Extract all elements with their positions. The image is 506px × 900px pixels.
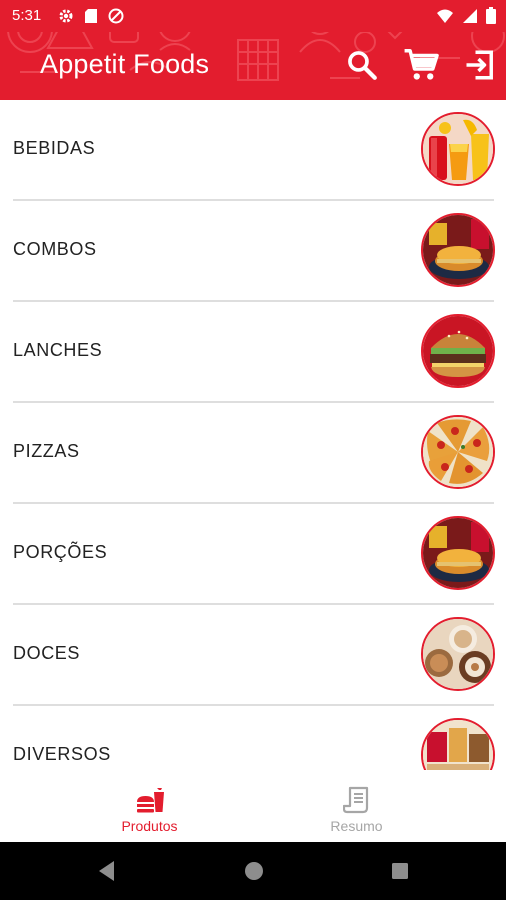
recents-button[interactable] xyxy=(387,858,413,884)
category-row-diversos[interactable]: DIVERSOS xyxy=(0,706,506,770)
combo-photo xyxy=(421,516,495,590)
category-label: DIVERSOS xyxy=(13,744,111,764)
category-label: COMBOS xyxy=(13,239,97,259)
home-circle-icon xyxy=(245,862,263,880)
home-button[interactable] xyxy=(241,858,267,884)
status-bar: 5:31 xyxy=(0,0,506,32)
drinks-photo xyxy=(421,112,495,186)
search-icon xyxy=(348,51,377,80)
app-title: Appetit Foods xyxy=(40,49,210,79)
settings-icon xyxy=(59,9,73,23)
signal-icon xyxy=(463,8,477,23)
category-row-combos[interactable]: COMBOS xyxy=(0,201,506,302)
cart-button[interactable] xyxy=(400,43,444,87)
category-row-lanches[interactable]: LANCHES xyxy=(0,302,506,403)
cart-icon xyxy=(404,49,439,80)
app-bar: Appetit Foods xyxy=(0,32,506,100)
nav-label: Resumo xyxy=(330,818,383,834)
back-button[interactable] xyxy=(94,858,120,884)
desserts-photo xyxy=(421,617,495,691)
misc-photo xyxy=(421,718,495,770)
combo-photo xyxy=(421,213,495,287)
category-label: PIZZAS xyxy=(13,441,80,461)
do-not-disturb-icon xyxy=(108,8,124,24)
sd-card-icon xyxy=(85,9,97,23)
category-label: LANCHES xyxy=(13,340,103,360)
category-label: BEBIDAS xyxy=(13,138,96,158)
system-navigation-bar xyxy=(0,842,506,900)
logout-button[interactable] xyxy=(458,43,502,87)
category-label: PORÇÕES xyxy=(13,542,108,562)
nav-tab-resumo[interactable]: Resumo xyxy=(230,770,483,842)
category-list: BEBIDAS COMBOS LANCHES PIZZAS PORÇÕES DO… xyxy=(0,100,506,770)
wifi-icon xyxy=(437,9,453,23)
status-time: 5:31 xyxy=(12,7,42,24)
category-label: DOCES xyxy=(13,643,81,663)
recents-square-icon xyxy=(392,863,408,879)
food-icon xyxy=(136,788,164,813)
back-triangle-icon xyxy=(99,861,114,881)
receipt-icon xyxy=(342,786,368,814)
pizza-photo xyxy=(421,415,495,489)
burger-photo xyxy=(421,314,495,388)
exit-icon xyxy=(466,50,493,80)
battery-icon xyxy=(486,7,496,24)
category-row-pizzas[interactable]: PIZZAS xyxy=(0,403,506,504)
category-row-doces[interactable]: DOCES xyxy=(0,605,506,706)
search-button[interactable] xyxy=(340,43,384,87)
category-row-porcoes[interactable]: PORÇÕES xyxy=(0,504,506,605)
category-row-bebidas[interactable]: BEBIDAS xyxy=(0,100,506,201)
bottom-navigation: Produtos Resumo xyxy=(0,770,506,842)
